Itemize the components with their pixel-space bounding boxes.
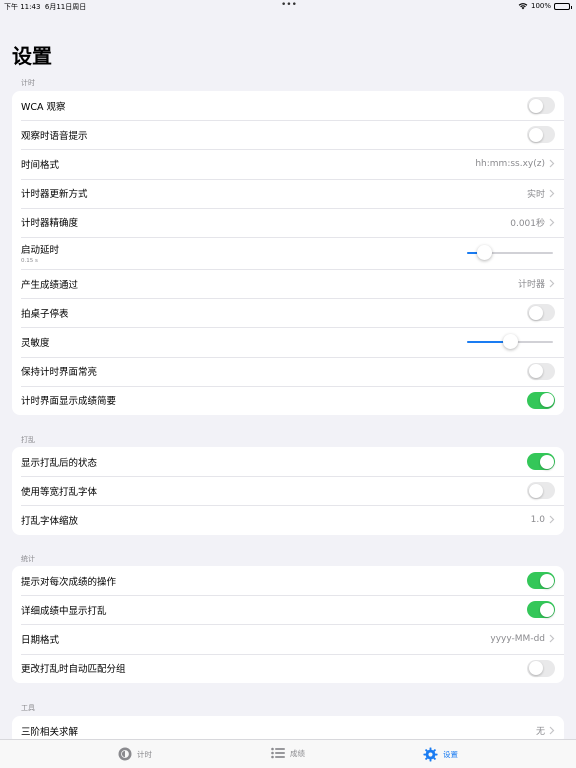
chevron-right-icon — [549, 160, 555, 168]
row-label: 提示对每次成绩的操作 — [21, 576, 117, 588]
timer-icon — [118, 747, 132, 761]
chevron-right-icon — [549, 635, 555, 643]
row-auto-group[interactable]: 更改打乱时自动匹配分组 — [12, 653, 564, 683]
show-summary-toggle[interactable] — [527, 391, 555, 409]
row-label: 三阶相关求解 — [21, 726, 79, 738]
tab-timer[interactable]: 计时 — [118, 747, 152, 761]
row-value: 0.001秒 — [510, 218, 545, 229]
slider-thumb[interactable] — [476, 245, 492, 261]
show-state-toggle[interactable] — [527, 453, 555, 471]
keep-awake-toggle[interactable] — [527, 362, 555, 380]
row-tap-stop[interactable]: 拍桌子停表 — [12, 298, 564, 327]
tab-settings[interactable]: 设置 — [423, 747, 458, 762]
row-label-wrap: 启动延时 0.15 s — [21, 242, 467, 264]
tab-bar: 计时 成绩 设置 — [0, 739, 576, 768]
row-value: 1.0 — [530, 514, 545, 525]
row-show-summary[interactable]: 计时界面显示成绩简要 — [12, 385, 564, 415]
row-label: 显示打乱后的状态 — [21, 457, 98, 469]
show-scramble-detail-toggle[interactable] — [527, 601, 555, 619]
auto-group-toggle[interactable] — [527, 659, 555, 677]
section-header-scramble: 打乱 — [21, 436, 35, 444]
chevron-right-icon — [549, 726, 555, 735]
prompt-action-toggle[interactable] — [527, 572, 555, 590]
group-stats: 提示对每次成绩的操作 详细成绩中显示打乱 日期格式 yyyy-MM-dd 更改打… — [12, 566, 564, 683]
monospace-font-toggle[interactable] — [527, 482, 555, 500]
row-inspection-voice[interactable]: 观察时语音提示 — [12, 120, 564, 149]
sensitivity-slider[interactable] — [467, 333, 553, 350]
wca-inspection-toggle[interactable] — [527, 97, 555, 115]
row-label: 计时器更新方式 — [21, 189, 88, 201]
gear-icon — [423, 747, 438, 762]
chevron-right-icon — [549, 516, 555, 524]
chevron-right-icon — [549, 218, 555, 227]
row-label: 启动延时 — [21, 244, 60, 256]
row-value: hh:mm:ss.xy(z) — [475, 158, 545, 169]
row-label: 观察时语音提示 — [21, 130, 88, 142]
row-label: 详细成绩中显示打乱 — [21, 605, 107, 617]
tab-label: 设置 — [443, 750, 458, 759]
row-label: 打乱字体缩放 — [21, 515, 79, 527]
group-timing: WCA 观察 观察时语音提示 时间格式 hh:mm:ss.xy(z) 计时器更新… — [12, 91, 564, 415]
status-right: 100% — [518, 2, 572, 10]
row-label: 使用等宽打乱字体 — [21, 486, 98, 498]
tab-results[interactable]: 成绩 — [271, 747, 305, 759]
inspection-voice-toggle[interactable] — [527, 126, 555, 144]
row-label: 拍桌子停表 — [21, 308, 69, 320]
row-sensitivity: 灵敏度 — [12, 327, 564, 356]
tap-stop-toggle[interactable] — [527, 304, 555, 322]
section-header-timing: 计时 — [21, 79, 35, 87]
row-timer-update[interactable]: 计时器更新方式 实时 — [12, 178, 564, 208]
row-label: 日期格式 — [21, 634, 60, 646]
row-label: 灵敏度 — [21, 337, 50, 349]
row-label: 产生成绩通过 — [21, 279, 79, 291]
group-scramble: 显示打乱后的状态 使用等宽打乱字体 打乱字体缩放 1.0 — [12, 447, 564, 535]
list-icon — [271, 747, 285, 759]
status-bar: 下午 11:43 6月11日周日 ••• 100% — [0, 0, 576, 14]
section-header-stats: 统计 — [21, 555, 35, 563]
row-value: yyyy-MM-dd — [490, 633, 545, 644]
row-label: 时间格式 — [21, 159, 60, 171]
row-wca-inspection[interactable]: WCA 观察 — [12, 91, 564, 120]
tab-label: 计时 — [137, 749, 152, 759]
page-title: 设置 — [12, 44, 52, 68]
chevron-right-icon — [549, 279, 555, 288]
tab-label: 成绩 — [290, 748, 305, 758]
row-timer-precision[interactable]: 计时器精确度 0.001秒 — [12, 207, 564, 237]
section-header-tools: 工具 — [21, 704, 35, 712]
row-keep-awake[interactable]: 保持计时界面常亮 — [12, 356, 564, 386]
row-start-delay: 启动延时 0.15 s — [12, 236, 564, 269]
battery-icon — [554, 2, 572, 10]
status-time: 下午 11:43 — [4, 3, 41, 11]
start-delay-slider[interactable] — [467, 244, 553, 261]
row-label: 更改打乱时自动匹配分组 — [21, 664, 126, 676]
status-time-date: 下午 11:43 6月11日周日 — [4, 2, 86, 12]
wifi-icon — [518, 3, 528, 10]
battery-percent: 100% — [530, 2, 551, 10]
multitasking-dots[interactable]: ••• — [281, 0, 297, 10]
row-label: 计时界面显示成绩简要 — [21, 396, 117, 408]
start-delay-value: 0.15 s — [21, 257, 38, 264]
row-date-format[interactable]: 日期格式 yyyy-MM-dd — [12, 624, 564, 653]
row-value: 计时器 — [517, 280, 545, 291]
row-value: 无 — [535, 727, 545, 738]
row-label: WCA 观察 — [21, 101, 66, 113]
row-show-scramble-detail[interactable]: 详细成绩中显示打乱 — [12, 595, 564, 624]
row-label: 保持计时界面常亮 — [21, 367, 98, 379]
row-font-scale[interactable]: 打乱字体缩放 1.0 — [12, 505, 564, 534]
row-time-format[interactable]: 时间格式 hh:mm:ss.xy(z) — [12, 149, 564, 178]
row-label: 计时器精确度 — [21, 218, 79, 230]
row-monospace-font[interactable]: 使用等宽打乱字体 — [12, 476, 564, 505]
slider-thumb[interactable] — [502, 334, 518, 350]
row-generate-via[interactable]: 产生成绩通过 计时器 — [12, 268, 564, 298]
status-date: 6月11日周日 — [44, 3, 87, 11]
chevron-right-icon — [549, 189, 555, 198]
row-value: 实时 — [526, 189, 545, 200]
row-show-state[interactable]: 显示打乱后的状态 — [12, 447, 564, 476]
row-prompt-action[interactable]: 提示对每次成绩的操作 — [12, 566, 564, 595]
